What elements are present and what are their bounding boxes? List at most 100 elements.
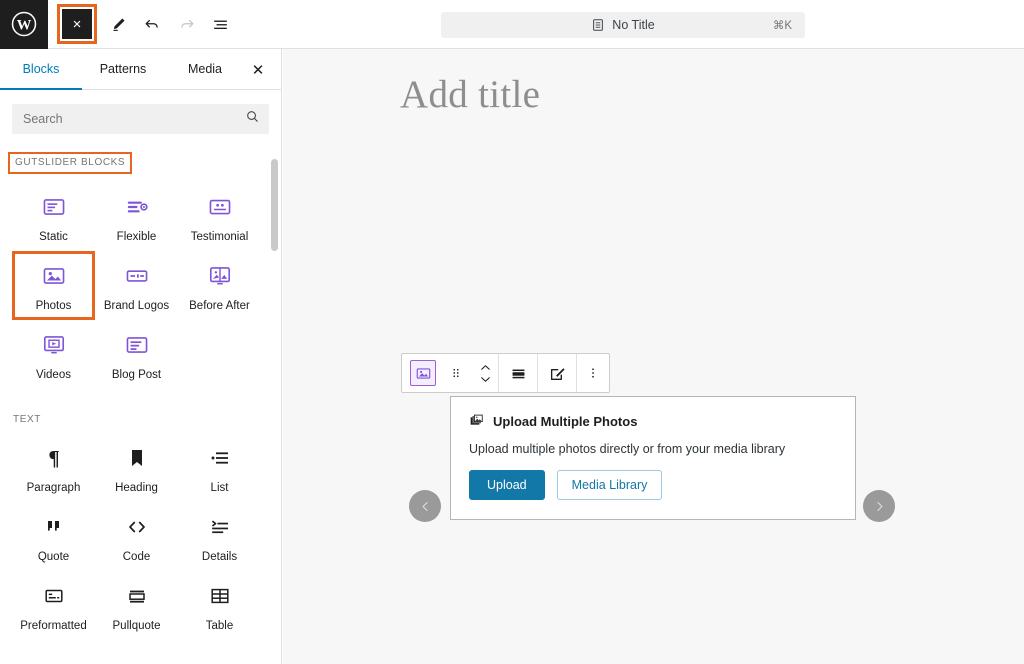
carousel-next-button[interactable] (863, 490, 895, 522)
block-label: Code (122, 551, 151, 564)
block-label: Flexible (116, 231, 157, 243)
block-label: Heading (115, 482, 158, 495)
brand-logos-icon (124, 261, 150, 291)
quote-icon (42, 512, 66, 542)
close-inserter-button[interactable]: × (62, 9, 92, 39)
tab-patterns-label: Patterns (99, 62, 147, 76)
table-icon (208, 581, 232, 611)
block-item-heading[interactable]: Heading (95, 433, 178, 502)
block-item-videos[interactable]: Videos (12, 320, 95, 389)
inserter-tabs: Blocks Patterns Media ✕ (0, 49, 281, 90)
upload-panel-header: Upload Multiple Photos (469, 413, 837, 429)
tab-blocks[interactable]: Blocks (0, 49, 82, 90)
tab-patterns[interactable]: Patterns (82, 49, 164, 89)
block-toolbar (401, 353, 610, 393)
block-label: Paragraph (26, 482, 81, 495)
sidebar-scrollbar-thumb[interactable] (271, 159, 278, 251)
flexible-slide-icon (124, 192, 150, 222)
section-title-text: TEXT (13, 414, 41, 426)
wordpress-logo-icon[interactable]: W (0, 0, 48, 49)
tab-blocks-label: Blocks (22, 62, 60, 76)
block-item-pullquote[interactable]: Pullquote (95, 571, 178, 640)
block-label: Details (201, 551, 238, 564)
upload-panel-title: Upload Multiple Photos (493, 413, 638, 429)
block-item-testimonial[interactable]: Testimonial (178, 182, 261, 251)
block-item-before-after[interactable]: Before After (178, 251, 261, 320)
tab-media[interactable]: Media (164, 49, 246, 89)
align-icon[interactable] (499, 354, 537, 392)
block-toolbar-group-1 (402, 354, 499, 392)
block-label: Preformatted (20, 619, 87, 632)
block-item-list[interactable]: List (178, 433, 261, 502)
code-icon (125, 512, 149, 542)
block-item-static[interactable]: Static (12, 182, 95, 251)
tab-media-label: Media (187, 62, 223, 76)
upload-photos-panel: Upload Multiple Photos Upload multiple p… (450, 396, 856, 520)
block-label: Blog Post (111, 368, 162, 381)
undo-icon[interactable] (135, 7, 169, 41)
block-label: Table (205, 619, 234, 632)
block-toolbar-group-3 (538, 354, 577, 392)
preformatted-icon (42, 581, 66, 611)
block-item-blog-post[interactable]: Blog Post (95, 320, 178, 389)
search-icon (245, 109, 260, 129)
block-label: Videos (36, 368, 71, 381)
block-label: Brand Logos (103, 299, 170, 312)
search-input-wrapper[interactable] (12, 104, 269, 134)
edit-icon[interactable] (538, 354, 576, 392)
details-icon (208, 512, 232, 542)
block-item-code[interactable]: Code (95, 502, 178, 571)
search-input[interactable] (23, 112, 245, 126)
videos-icon (41, 330, 67, 360)
list-view-icon[interactable] (203, 7, 237, 41)
multiple-photos-icon (469, 413, 485, 429)
block-item-details[interactable]: Details (178, 502, 261, 571)
block-item-preformatted[interactable]: Preformatted (12, 571, 95, 640)
upload-panel-description: Upload multiple photos directly or from … (469, 442, 786, 456)
gutslider-block-grid: Static Flexible Testimonial Photos Brand… (12, 182, 269, 388)
post-title-placeholder[interactable]: Add title (400, 72, 540, 117)
block-label: Photos (35, 299, 72, 312)
media-library-button[interactable]: Media Library (556, 470, 663, 500)
block-item-quote[interactable]: Quote (12, 502, 95, 571)
block-item-table[interactable]: Table (178, 571, 261, 640)
list-icon (208, 443, 232, 473)
move-up-down-icon[interactable] (472, 354, 498, 392)
top-toolbar: W × No Title ⌘K (0, 0, 1024, 49)
redo-icon[interactable] (169, 7, 203, 41)
before-after-icon (207, 261, 233, 291)
upload-panel-actions: Upload Media Library (469, 470, 837, 500)
paragraph-icon: ¶ (42, 443, 66, 473)
block-item-photos[interactable]: Photos (12, 250, 95, 320)
pullquote-icon (125, 581, 149, 611)
block-item-paragraph[interactable]: ¶ Paragraph (12, 433, 95, 502)
block-label: Quote (37, 551, 70, 564)
block-item-flexible[interactable]: Flexible (95, 182, 178, 251)
editor-canvas: Add title Upload Multiple Photos Upload … (283, 49, 1024, 664)
svg-text:¶: ¶ (48, 446, 59, 470)
block-item-brand-logos[interactable]: Brand Logos (95, 251, 178, 320)
block-label: Before After (189, 299, 250, 312)
command-bar[interactable]: No Title ⌘K (441, 12, 805, 38)
block-label: Testimonial (190, 231, 249, 243)
drag-handle-icon[interactable] (440, 354, 472, 392)
static-slide-icon (41, 192, 67, 222)
close-icon[interactable]: ✕ (247, 59, 269, 81)
block-label: List (210, 482, 229, 495)
edit-pencil-icon[interactable] (101, 7, 135, 41)
block-label: Pullquote (112, 619, 161, 632)
inserter-body: GUTSLIDER BLOCKS Static (0, 104, 281, 640)
block-label: Static (39, 231, 68, 243)
upload-button[interactable]: Upload (469, 470, 545, 500)
testimonial-icon (207, 192, 233, 222)
document-icon (591, 18, 605, 32)
more-options-icon[interactable] (577, 354, 609, 392)
text-block-grid: ¶ Paragraph Heading List Quote Code Deta… (12, 433, 269, 639)
block-inserter-highlight: × (57, 4, 97, 44)
block-toolbar-group-2 (499, 354, 538, 392)
svg-text:W: W (17, 18, 32, 34)
block-type-photos-icon[interactable] (410, 360, 436, 386)
carousel-prev-button[interactable] (409, 490, 441, 522)
section-title-gutslider: GUTSLIDER BLOCKS (8, 152, 133, 174)
photos-icon (41, 261, 67, 291)
